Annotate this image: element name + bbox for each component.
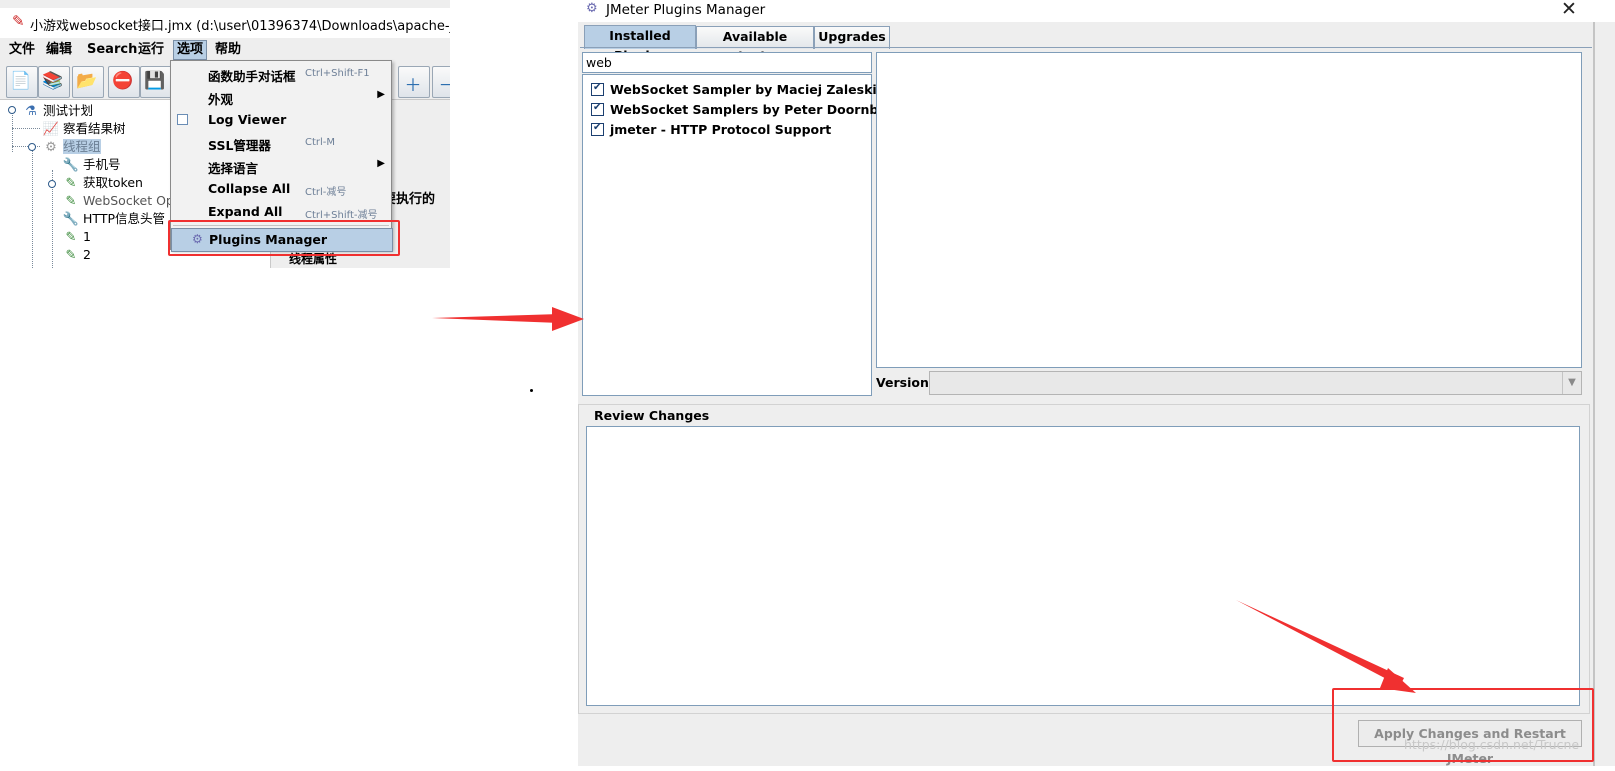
annotation-arrows bbox=[432, 307, 1416, 693]
arrow-to-plugins-manager bbox=[432, 307, 584, 331]
arrow-to-apply-button bbox=[1236, 600, 1416, 693]
